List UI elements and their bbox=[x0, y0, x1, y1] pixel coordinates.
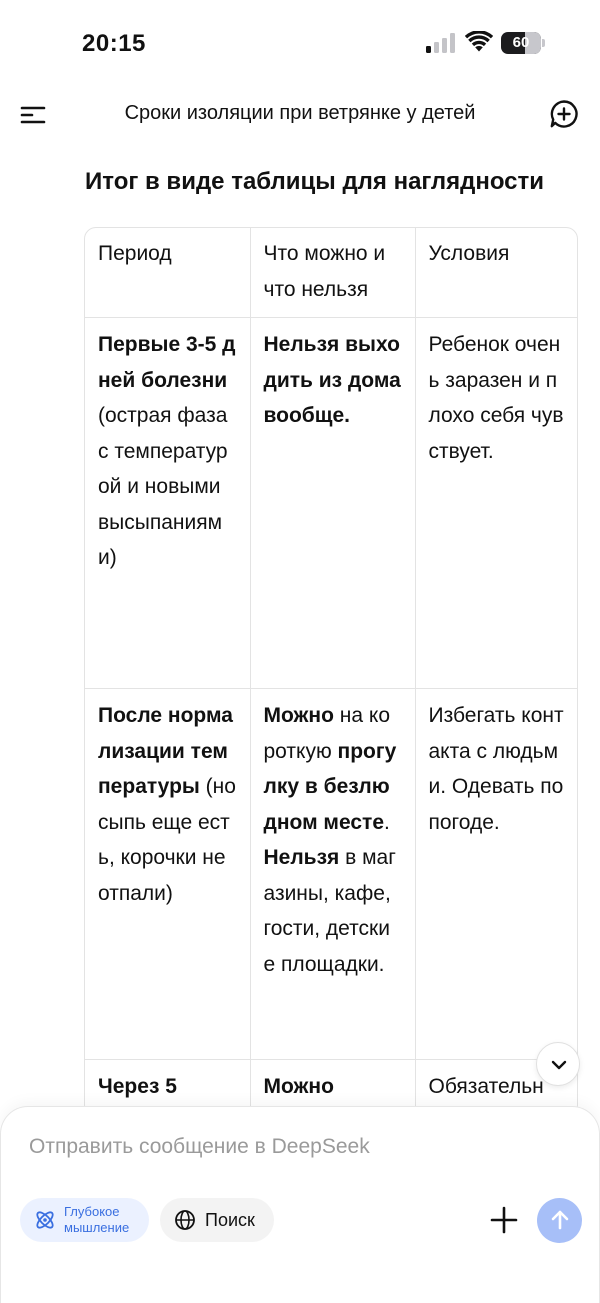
table-header-row: Период Что можно и что нельзя Условия bbox=[85, 228, 577, 318]
rule-text-bold: Можно bbox=[263, 704, 334, 727]
chat-header: Сроки изоляции при ветрянке у детей bbox=[0, 90, 600, 140]
table-header-cell: Условия bbox=[415, 228, 577, 318]
chat-title: Сроки изоляции при ветрянке у детей bbox=[124, 102, 476, 124]
message-input[interactable] bbox=[29, 1135, 549, 1159]
period-bold-text: Через 5 bbox=[98, 1075, 177, 1098]
table-cell-rules: Нельзя выходить из дома вообще. bbox=[250, 317, 416, 689]
table-cell-period: После нормализации температуры (но сыпь … bbox=[85, 688, 251, 1060]
cellular-signal-icon bbox=[426, 33, 455, 53]
table-row: После нормализации температуры (но сыпь … bbox=[85, 688, 577, 1060]
table-header-cell: Период bbox=[85, 228, 251, 318]
table-cell-conditions: Ребенок очень заразен и плохо себя чувст… bbox=[415, 317, 577, 689]
status-bar: 20:15 60 bbox=[0, 0, 600, 90]
table-cell-rules: Можно на короткую прогулку в безлюдном м… bbox=[250, 688, 416, 1060]
section-heading: Итог в виде таблицы для наглядности bbox=[85, 168, 545, 195]
table-cell-conditions: Избегать контакта с людьми. Одевать по п… bbox=[415, 688, 577, 1060]
rule-text-bold: Нельзя выходить из дома вообще. bbox=[263, 333, 401, 427]
rule-text-bold: Можно bbox=[263, 1075, 334, 1098]
period-detail-text: (острая фаза с температурой и новыми выс… bbox=[98, 404, 228, 569]
table-cell-period: Через 5 bbox=[85, 1059, 251, 1110]
rule-text: . bbox=[384, 810, 390, 834]
scroll-to-bottom-button[interactable] bbox=[536, 1042, 580, 1086]
battery-indicator: 60 bbox=[501, 32, 545, 54]
send-button[interactable] bbox=[537, 1198, 582, 1243]
deep-think-toggle[interactable]: Глубокое мышление bbox=[20, 1198, 149, 1242]
table-header-cell: Что можно и что нельзя bbox=[250, 228, 416, 318]
rule-text-bold: Нельзя bbox=[263, 846, 340, 869]
battery-tip bbox=[542, 39, 545, 47]
summary-table: Период Что можно и что нельзя Условия Пе… bbox=[84, 227, 578, 1110]
message-composer: Глубокое мышление Поиск bbox=[0, 1106, 600, 1303]
new-chat-plus-icon[interactable] bbox=[548, 98, 580, 130]
chevron-down-icon bbox=[551, 1060, 567, 1070]
arrow-up-icon bbox=[551, 1210, 569, 1230]
status-time: 20:15 bbox=[82, 30, 146, 57]
plus-icon[interactable] bbox=[487, 1203, 521, 1237]
atom-icon bbox=[36, 1211, 54, 1229]
summary-table-grid: Период Что можно и что нельзя Условия Пе… bbox=[85, 228, 577, 1110]
battery-level: 60 bbox=[512, 34, 530, 51]
wifi-icon bbox=[465, 31, 493, 52]
search-label: Поиск bbox=[205, 1210, 255, 1230]
period-bold-text: Первые 3-5 дней болезни bbox=[98, 333, 236, 392]
table-cell-rules: Можно bbox=[250, 1059, 416, 1110]
battery-body: 60 bbox=[501, 32, 541, 54]
globe-icon bbox=[175, 1210, 195, 1230]
message-content: Итог в виде таблицы для наглядности Пери… bbox=[0, 150, 600, 1110]
table-cell-period: Первые 3-5 дней болезни (острая фаза с т… bbox=[85, 317, 251, 689]
search-toggle[interactable]: Поиск bbox=[160, 1198, 274, 1242]
table-row: Через 5 Можно Обязательн bbox=[85, 1059, 577, 1110]
table-row: Первые 3-5 дней болезни (острая фаза с т… bbox=[85, 317, 577, 689]
deep-think-label: Глубокое мышление bbox=[64, 1204, 130, 1235]
menu-icon[interactable] bbox=[18, 100, 50, 130]
